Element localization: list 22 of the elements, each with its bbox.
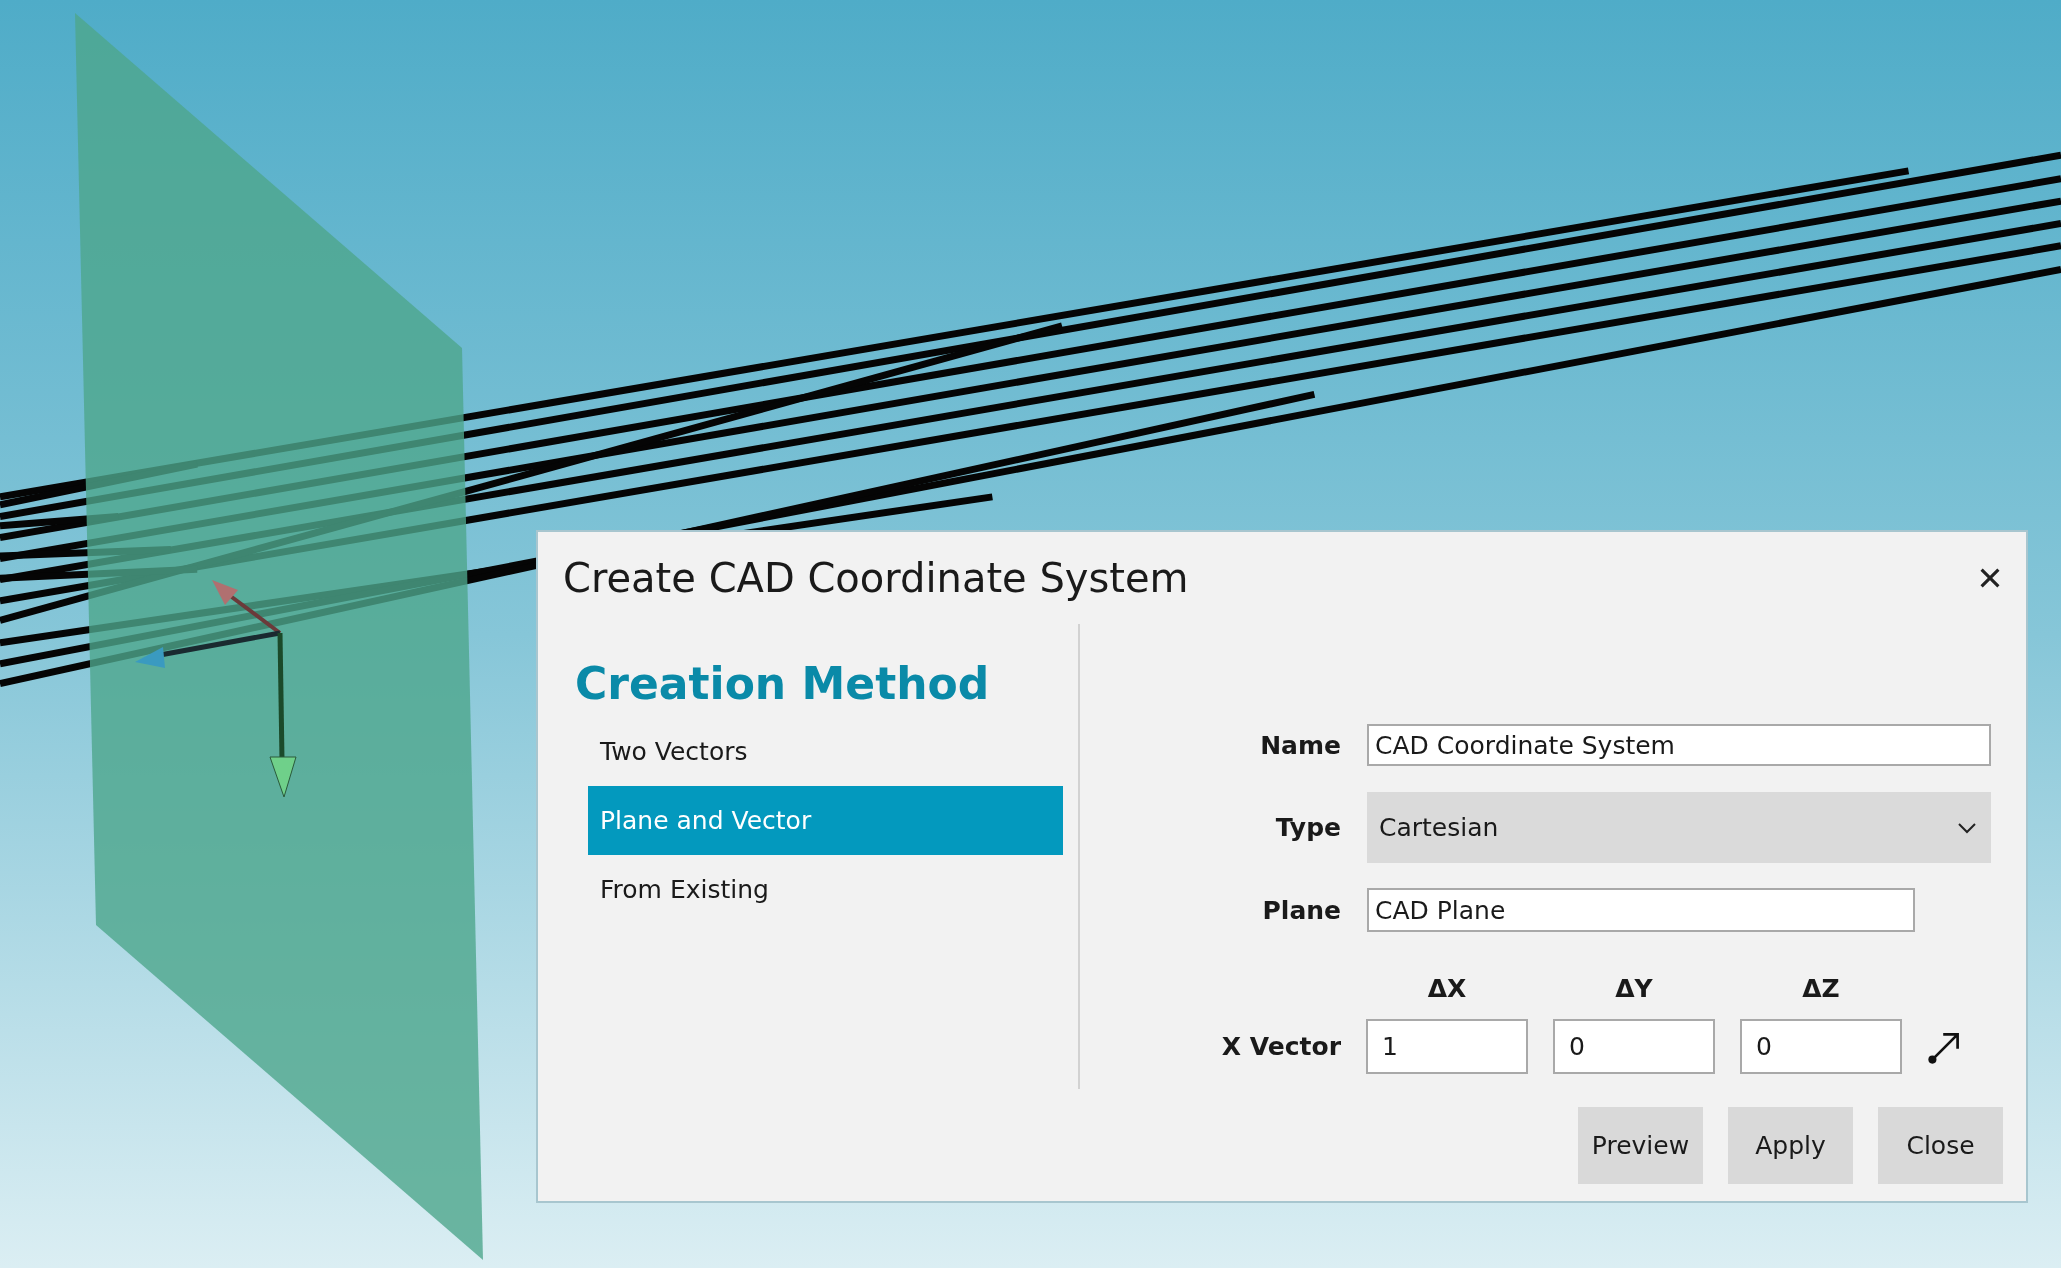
column-header: ΔZ <box>1801 973 1841 1003</box>
method-item[interactable]: From Existing <box>588 855 1063 924</box>
field-label: Type <box>1274 813 1341 842</box>
number-field[interactable]: 0 <box>1553 1019 1715 1074</box>
column-header: ΔY <box>1614 973 1654 1003</box>
field-label: Plane <box>1261 895 1341 925</box>
dialog-button[interactable]: Preview <box>1578 1107 1703 1184</box>
dialog-button[interactable]: Apply <box>1728 1107 1853 1184</box>
field-label: X Vector <box>1220 1032 1341 1061</box>
chevron-icon <box>1957 821 1977 834</box>
text-field[interactable]: CAD Plane <box>1367 888 1915 932</box>
text-field[interactable]: CAD Coordinate System <box>1367 724 1991 766</box>
dialog-title: Create CAD Coordinate System <box>563 555 1189 601</box>
method-item[interactable]: Two Vectors <box>588 717 1063 786</box>
close-icon[interactable] <box>1978 566 2002 590</box>
number-field[interactable]: 1 <box>1366 1019 1528 1074</box>
dialog-button[interactable]: Close <box>1878 1107 2003 1184</box>
dropdown-field[interactable]: Cartesian <box>1367 792 1991 863</box>
column-header: ΔX <box>1426 973 1468 1003</box>
field-label: Name <box>1259 730 1341 760</box>
number-field[interactable]: 0 <box>1740 1019 1902 1074</box>
section-heading: Creation Method <box>574 657 991 711</box>
